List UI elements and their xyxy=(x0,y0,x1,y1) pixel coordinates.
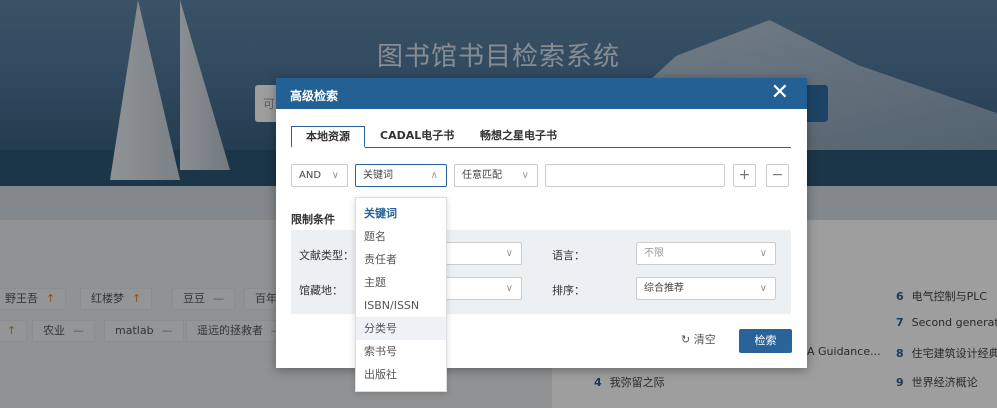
language-label: 语言： xyxy=(552,249,585,262)
tab-changxiang[interactable]: 畅想之星电子书 xyxy=(466,126,571,148)
chevron-down-icon: ∨ xyxy=(505,283,513,294)
dropdown-option[interactable]: 索书号 xyxy=(356,340,446,363)
dropdown-option[interactable]: 出版社 xyxy=(356,363,446,386)
dropdown-option[interactable]: 主题 xyxy=(356,271,446,294)
chevron-down-icon: ∨ xyxy=(505,248,513,259)
dropdown-option[interactable]: 题名 xyxy=(356,225,446,248)
chevron-down-icon: ∨ xyxy=(759,248,767,259)
clear-button[interactable]: ↻ 清空 xyxy=(681,331,716,347)
remove-row-button[interactable]: − xyxy=(766,164,789,187)
dropdown-option[interactable]: 分类号 xyxy=(356,317,446,340)
dialog-header: 高级检索 ✕ xyxy=(276,78,807,109)
location-label: 馆藏地： xyxy=(299,284,343,297)
field-dropdown-menu: 关键词 题名 责任者 主题 ISBN/ISSN 分类号 索书号 出版社 丛书 xyxy=(355,197,447,392)
doc-type-label: 文献类型： xyxy=(299,249,354,262)
dialog-title: 高级检索 xyxy=(290,89,339,103)
refresh-icon: ↻ xyxy=(681,333,691,346)
chevron-down-icon: ∨ xyxy=(521,170,529,181)
add-row-button[interactable]: + xyxy=(733,164,756,187)
chevron-up-icon: ∧ xyxy=(430,170,438,181)
dropdown-option[interactable]: 责任者 xyxy=(356,248,446,271)
sort-label: 排序： xyxy=(552,284,585,297)
chevron-down-icon: ∨ xyxy=(331,170,339,181)
match-select[interactable]: 任意匹配 ∨ xyxy=(454,164,538,187)
dropdown-option[interactable]: 关键词 xyxy=(356,202,446,225)
field-select[interactable]: 关键词 ∧ xyxy=(355,164,447,187)
dropdown-option[interactable]: ISBN/ISSN xyxy=(356,294,446,317)
chevron-down-icon: ∨ xyxy=(759,283,767,294)
tab-local[interactable]: 本地资源 xyxy=(291,126,365,148)
search-term-input[interactable] xyxy=(545,164,725,187)
dropdown-option[interactable]: 丛书 xyxy=(356,386,446,391)
search-submit-button[interactable]: 检索 xyxy=(739,329,792,353)
tab-cadal[interactable]: CADAL电子书 xyxy=(366,126,468,148)
close-icon[interactable]: ✕ xyxy=(771,81,789,105)
limits-title: 限制条件 xyxy=(291,213,335,226)
sort-select[interactable]: 综合推荐 ∨ xyxy=(636,277,776,300)
language-select[interactable]: 不限 ∨ xyxy=(636,242,776,265)
resource-tabs: 本地资源 CADAL电子书 畅想之星电子书 xyxy=(291,126,791,148)
bool-operator-select[interactable]: AND ∨ xyxy=(291,164,348,187)
